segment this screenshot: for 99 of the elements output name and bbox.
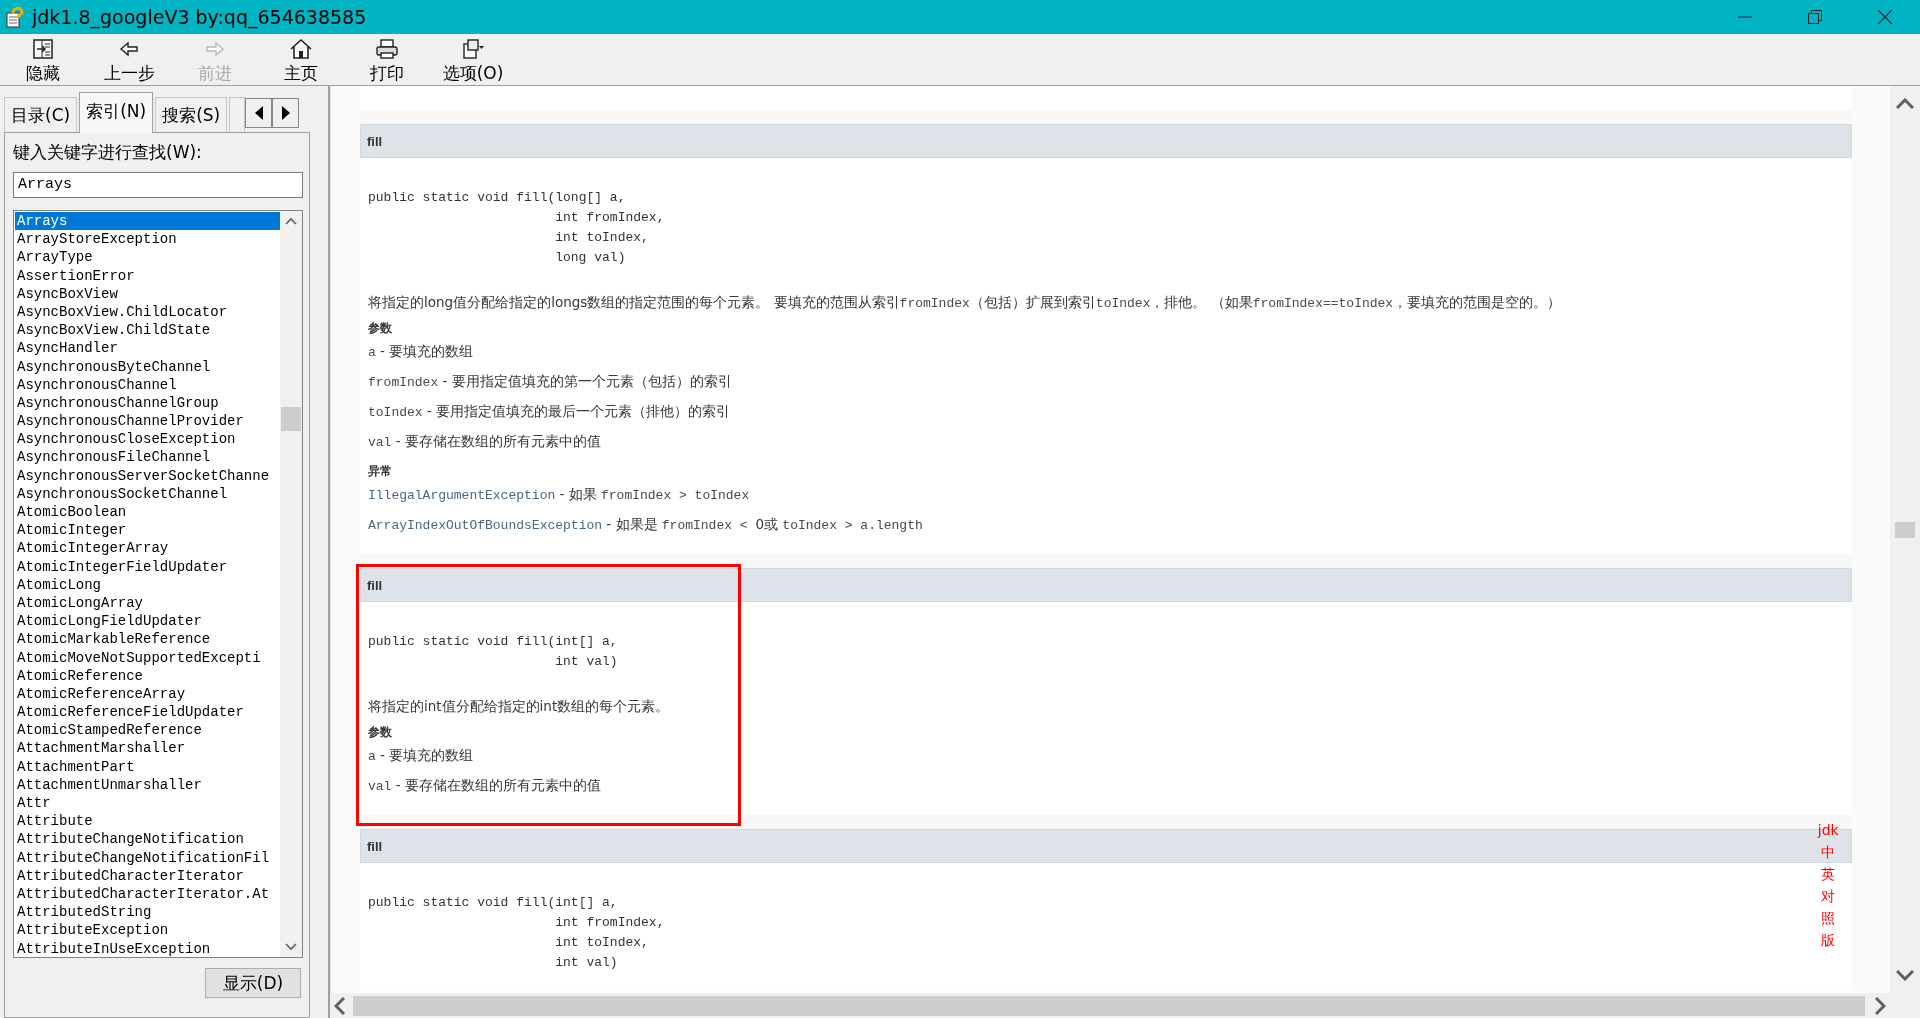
scroll-right-button[interactable] [272, 98, 300, 128]
method-description: 将指定的long值分配给指定的longs数组的指定范围的每个元素。 要填充的范围从索引 fromIndex（包括）扩展到索引 toIndex，排他。 （如果fromIndex==toIndex，要填充的范围是空的。） [368, 294, 1562, 312]
toolbar-button[interactable]: 打印 [344, 34, 430, 85]
parameter-description: a - 要填充的数组 [368, 747, 474, 765]
index-entry[interactable]: AttributeInUseException [15, 939, 280, 957]
index-entry[interactable]: AsynchronousFileChannel [15, 448, 280, 467]
index-entry[interactable]: AtomicLong [15, 575, 280, 594]
close-icon [1878, 10, 1892, 24]
index-entry[interactable]: AtomicStampedReference [15, 721, 280, 740]
index-entry[interactable]: AsynchronousChannelProvider [15, 412, 280, 431]
tab[interactable]: 搜索(S) [155, 97, 228, 132]
scroll-up-icon[interactable] [1896, 98, 1914, 109]
scroll-down-icon[interactable] [285, 943, 297, 951]
house-icon [289, 38, 313, 60]
section-heading: 参数 [368, 724, 392, 741]
index-entry[interactable]: AttachmentPart [15, 757, 280, 776]
minimize-icon [1738, 16, 1752, 18]
panel-icon [31, 38, 55, 60]
index-entry[interactable]: AttachmentUnmarshaller [15, 775, 280, 794]
right-arrow-icon [205, 41, 225, 57]
method-signature: public static void fill(int[] a, int val) [368, 633, 618, 671]
scrollbar-thumb[interactable] [1895, 521, 1915, 538]
index-entry[interactable]: AtomicMoveNotSupportedExcepti [15, 648, 280, 667]
toolbar-button[interactable]: 上一步 [86, 34, 172, 85]
keyword-label: 键入关键字进行查找(W): [13, 141, 203, 164]
tab[interactable]: 目录(C) [4, 97, 78, 132]
left-arrow-icon [119, 41, 139, 57]
method-signature: public static void fill(long[] a, int fromIndex, int toIndex, long val) [368, 189, 665, 267]
restore-icon [1808, 10, 1822, 24]
method-signature: public static void fill(int[] a, int fromIndex, int toIndex, int val) [368, 894, 665, 972]
index-entry[interactable]: AtomicLongArray [15, 593, 280, 613]
index-entry[interactable]: AtomicBoolean [15, 503, 280, 522]
section-heading: 异常 [368, 463, 392, 480]
method-name: fill [367, 577, 383, 593]
scroll-left-icon[interactable] [334, 996, 345, 1015]
parameter-description: val - 要存储在数组的所有元素中的值 [368, 433, 601, 451]
index-entry[interactable]: AtomicReference [15, 666, 280, 685]
index-entry[interactable]: AtomicIntegerArray [15, 539, 280, 558]
index-entry[interactable]: AsyncHandler [15, 339, 280, 358]
exception-description: ArrayIndexOutOfBoundsException - 如果是 fromIndex < 0或 toIndex > a.length [368, 516, 923, 534]
exception-link[interactable]: IllegalArgumentException [368, 488, 556, 503]
index-entry[interactable]: Attribute [15, 812, 280, 831]
section-heading: 参数 [368, 320, 392, 337]
index-entry[interactable]: AssertionError [15, 266, 280, 285]
index-entry[interactable]: AtomicReferenceFieldUpdater [15, 703, 280, 722]
scrollbar-thumb[interactable] [281, 407, 301, 431]
scroll-up-icon[interactable] [285, 217, 297, 225]
index-entry[interactable]: AsynchronousChannel [15, 375, 280, 394]
method-name: fill [367, 133, 383, 149]
index-entry[interactable]: AtomicMarkableReference [15, 630, 280, 649]
toolbar-button[interactable]: 主页 [258, 34, 344, 85]
tab[interactable]: 索引(N) [79, 92, 154, 133]
index-entry[interactable]: AttributedCharacterIterator.At [15, 884, 280, 904]
toolbar-button[interactable]: 选项(O) [430, 34, 516, 85]
index-entry[interactable]: AsynchronousByteChannel [15, 357, 280, 376]
parameter-description: val - 要存储在数组的所有元素中的值 [368, 777, 601, 795]
document-menu-icon [461, 38, 485, 60]
left-triangle-icon [254, 106, 263, 120]
keyword-field[interactable]: Arrays [13, 172, 303, 198]
method-description: 将指定的int值分配给指定的int数组的每个元素。 [368, 698, 670, 716]
index-entry[interactable]: AttributedString [15, 903, 280, 922]
index-entry[interactable]: AttributeChangeNotificationFil [15, 848, 280, 867]
scroll-down-icon[interactable] [1896, 970, 1914, 981]
index-entry[interactable]: AtomicReferenceArray [15, 684, 280, 704]
parameter-description: toIndex - 要用指定值填充的最后一个元素（排他）的索引 [368, 403, 731, 421]
method-name: fill [367, 838, 383, 854]
display-button[interactable]: 显示(D) [205, 968, 301, 998]
index-entry[interactable]: ArrayType [15, 248, 280, 267]
exception-link[interactable]: ArrayIndexOutOfBoundsException [368, 518, 603, 533]
right-triangle-icon [281, 106, 290, 120]
index-entry[interactable]: AtomicLongFieldUpdater [15, 612, 280, 631]
index-entry[interactable]: AsynchronousChannelGroup [15, 393, 280, 413]
exception-description: IllegalArgumentException - 如果 fromIndex > toIndex [368, 486, 750, 504]
index-entry[interactable]: AttachmentMarshaller [15, 739, 280, 758]
index-entry[interactable]: AsyncBoxView.ChildState [15, 321, 280, 340]
index-entry[interactable]: ArrayStoreException [15, 230, 280, 249]
scrollbar-thumb[interactable] [353, 995, 1865, 1016]
parameter-description: fromIndex - 要用指定值填充的第一个元素（包括）的索引 [368, 373, 732, 391]
index-entry[interactable]: Arrays [15, 212, 280, 231]
index-entry[interactable]: AttributedCharacterIterator [15, 866, 280, 885]
index-entry[interactable]: AttributeException [15, 921, 280, 940]
index-entry[interactable]: Attr [15, 794, 280, 813]
help-document-icon [6, 6, 24, 28]
toolbar-button[interactable]: 隐藏 [0, 34, 86, 85]
index-entry[interactable]: AsynchronousCloseException [15, 430, 280, 449]
vertical-scrollbar[interactable] [280, 211, 302, 957]
scroll-left-button[interactable] [245, 98, 273, 128]
edition-note: jdk中英对照版 [1816, 821, 1840, 950]
index-entry[interactable]: AtomicInteger [15, 521, 280, 540]
parameter-description: a - 要填充的数组 [368, 343, 474, 361]
index-entry[interactable]: AsyncBoxView [15, 284, 280, 303]
index-entry[interactable]: AttributeChangeNotification [15, 830, 280, 849]
scroll-right-icon[interactable] [1875, 996, 1886, 1015]
index-entry[interactable]: AsynchronousSocketChannel [15, 484, 280, 503]
index-entry[interactable]: AtomicIntegerFieldUpdater [15, 557, 280, 576]
index-entry[interactable]: AsynchronousServerSocketChanne [15, 466, 280, 485]
index-entry[interactable]: AsyncBoxView.ChildLocator [15, 302, 280, 322]
printer-icon [375, 38, 399, 60]
window-title: jdk1.8_googleV3 by:qq_654638585 [32, 6, 368, 28]
